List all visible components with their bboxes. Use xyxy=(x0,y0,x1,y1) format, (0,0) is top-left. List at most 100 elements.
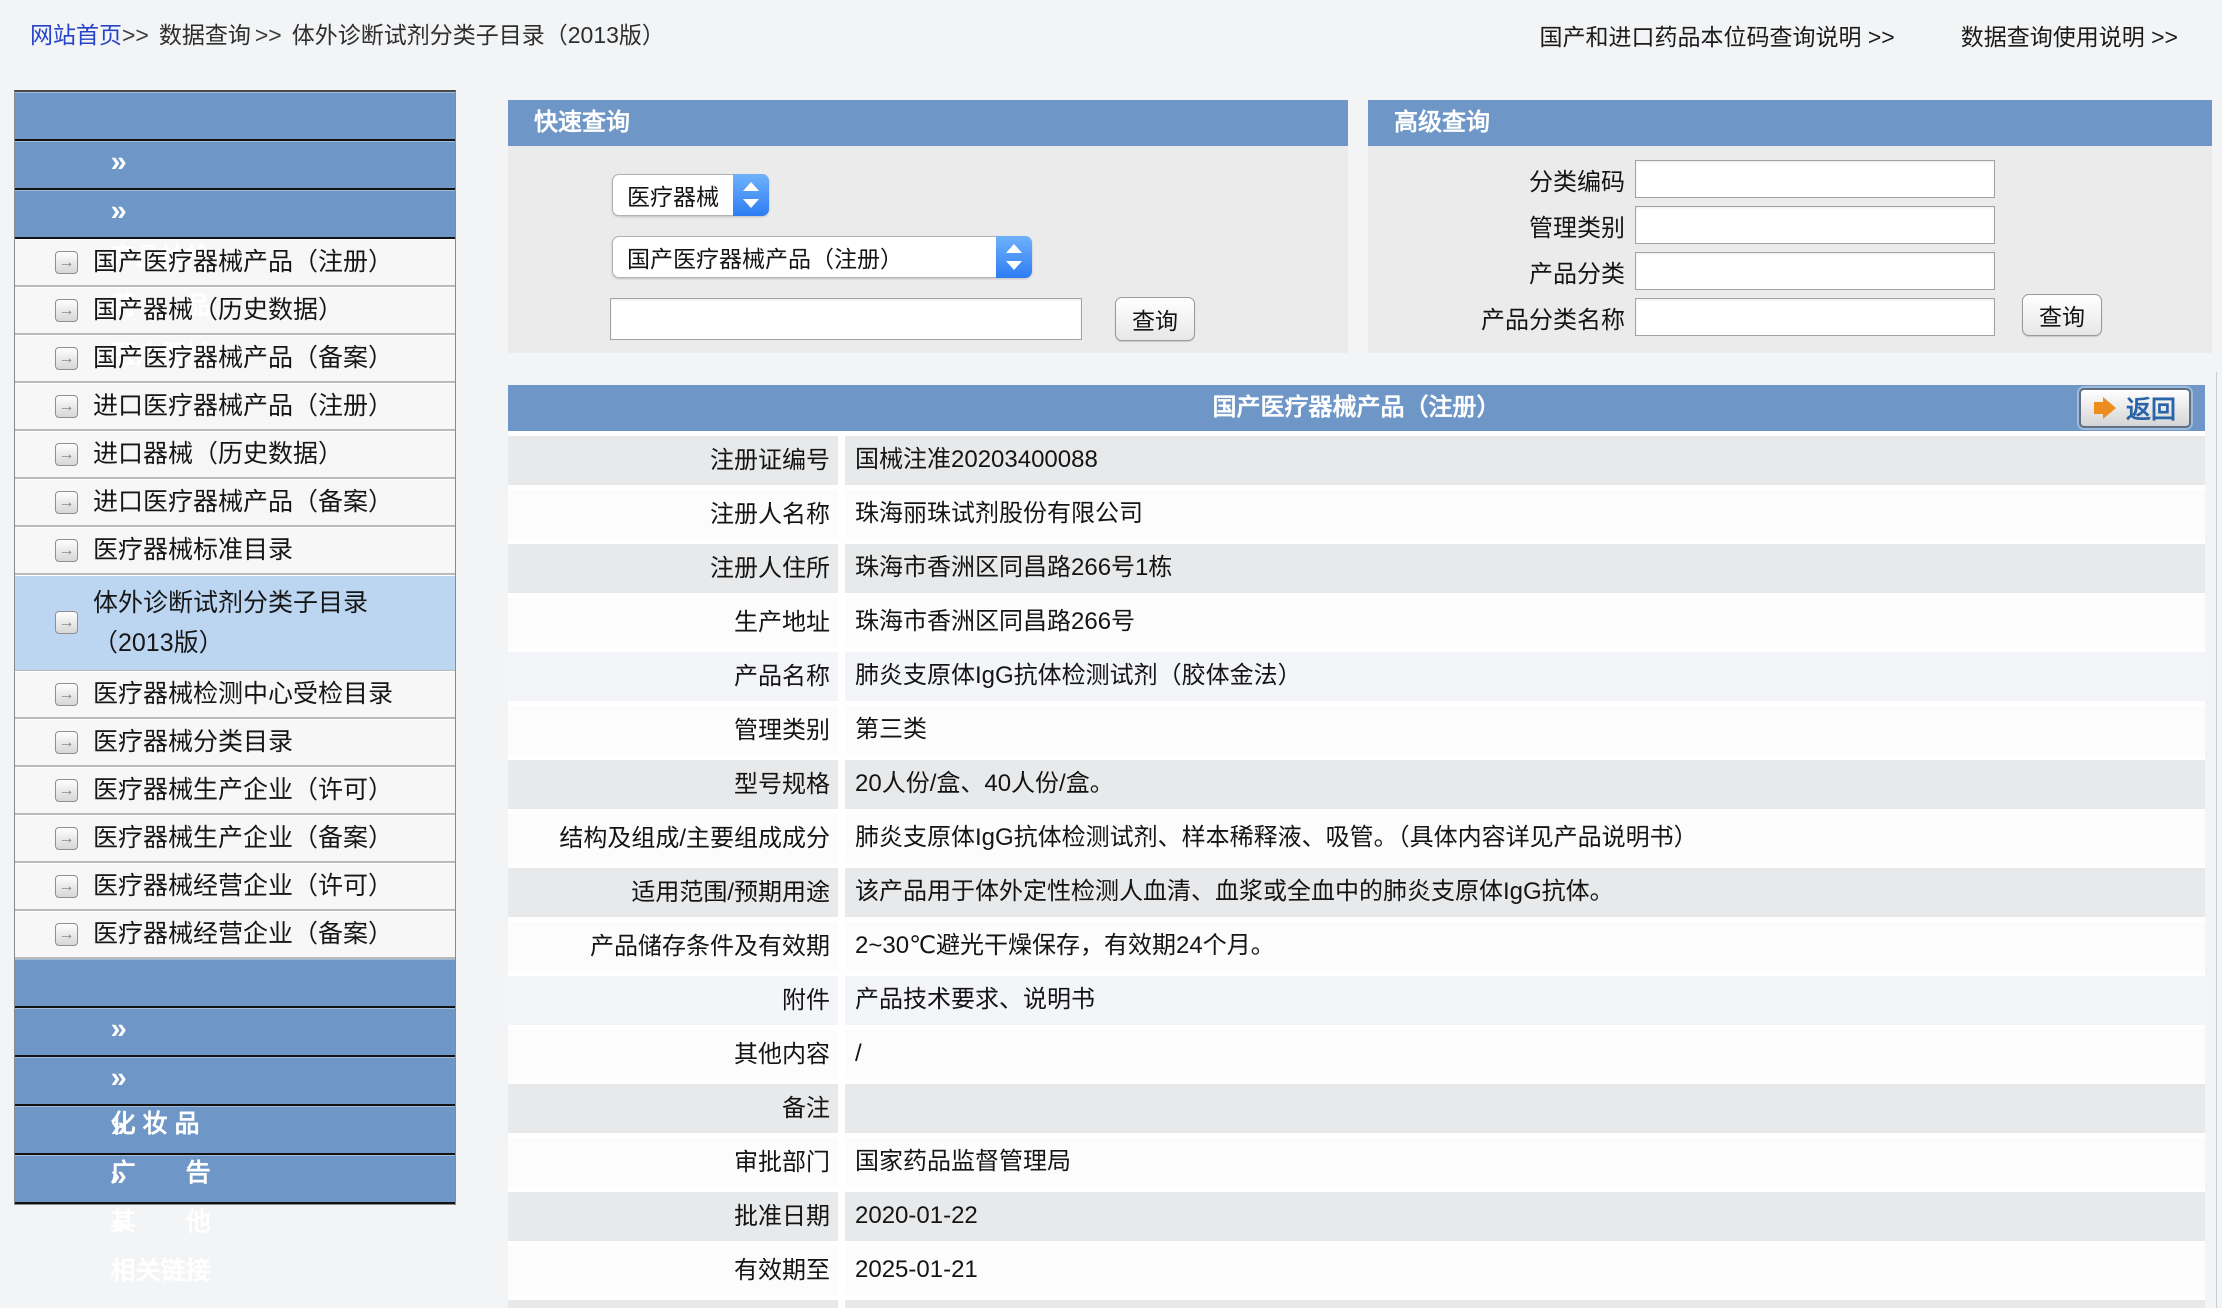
detail-row: 管理类别 第三类 xyxy=(508,706,2205,755)
detail-row-label: 型号规格 xyxy=(508,760,838,809)
detail-row: 有效期至 2025-01-21 xyxy=(508,1246,2205,1295)
double-chevron-icon xyxy=(111,1065,143,1093)
double-chevron-icon xyxy=(111,1114,143,1142)
sidebar-item[interactable]: 体外诊断试剂分类子目录（2013版） xyxy=(15,575,455,671)
quick-query-body: 医疗器械 国产医疗器械产品（注册） 查询 xyxy=(508,146,1348,353)
barcode-help-link[interactable]: 国产和进口药品本位码查询说明 >> xyxy=(1539,18,1894,52)
breadcrumb-item: 数据查询 xyxy=(159,22,251,48)
advanced-field-label: 管理类别 xyxy=(1368,208,1635,243)
sidebar-item-label: 医疗器械经营企业（备案） xyxy=(93,914,393,954)
detail-row-value: 第三类 xyxy=(845,706,2205,755)
detail-row-label: 管理类别 xyxy=(508,706,838,755)
subcategory-select[interactable]: 国产医疗器械产品（注册） xyxy=(612,236,1032,278)
arrow-box-icon xyxy=(55,491,78,514)
detail-row-label: 结构及组成/主要组成成分 xyxy=(508,814,838,863)
advanced-query-button[interactable]: 查询 xyxy=(2022,294,2102,336)
quick-search-input[interactable] xyxy=(610,298,1082,340)
back-arrow-icon xyxy=(2094,397,2116,419)
sidebar-item[interactable]: 医疗器械检测中心受检目录 xyxy=(15,671,455,719)
detail-row: 审批部门 国家药品监督管理局 xyxy=(508,1138,2205,1187)
sidebar-item[interactable]: 医疗器械标准目录 xyxy=(15,527,455,575)
detail-row: 结构及组成/主要组成成分 肺炎支原体IgG抗体检测试剂、样本稀释液、吸管。（具体… xyxy=(508,814,2205,863)
advanced-query-title: 高级查询 xyxy=(1394,109,1490,136)
detail-row-value: 国家药品监督管理局 xyxy=(845,1138,2205,1187)
back-button[interactable]: 返回 xyxy=(2079,388,2191,428)
sidebar: 产品抽检 药 品 医疗器械 国产医疗器械产品（注册） xyxy=(14,90,456,1205)
sidebar-item-label: 国产器械（历史数据） xyxy=(93,290,343,330)
arrow-box-icon xyxy=(55,827,78,850)
detail-row-label: 产品储存条件及有效期 xyxy=(508,922,838,971)
detail-row: 产品储存条件及有效期 2~30℃避光干燥保存，有效期24个月。 xyxy=(508,922,2205,971)
advanced-query-body: 分类编码 管理类别 产品分类 产品分类名称 xyxy=(1368,146,2212,353)
detail-row-label: 批准日期 xyxy=(508,1192,838,1241)
sidebar-item-label: 相关链接 xyxy=(111,1257,211,1285)
detail-row-label: 有效期至 xyxy=(508,1246,838,1295)
quick-query-title: 快速查询 xyxy=(534,109,630,136)
sidebar-item-label: 医疗器械生产企业（备案） xyxy=(93,818,393,858)
detail-row-value: 2~30℃避光干燥保存，有效期24个月。 xyxy=(845,922,2205,971)
detail-row-label: 产品名称 xyxy=(508,652,838,701)
detail-row: 注册人名称 珠海丽珠试剂股份有限公司 xyxy=(508,490,2205,539)
detail-row-value: 该产品用于体外定性检测人血清、血浆或全血中的肺炎支原体IgG抗体。 xyxy=(845,868,2205,917)
detail-row-value: 肺炎支原体IgG抗体检测试剂（胶体金法） xyxy=(845,652,2205,701)
sidebar-item-label: 进口器械（历史数据） xyxy=(93,434,343,474)
detail-row-value: 肺炎支原体IgG抗体检测试剂、样本稀释液、吸管。（具体内容详见产品说明书） xyxy=(845,814,2205,863)
advanced-field-input[interactable] xyxy=(1635,252,1995,290)
detail-row: 批准日期 2020-01-22 xyxy=(508,1192,2205,1241)
advanced-query-header: 高级查询 xyxy=(1368,100,2212,146)
detail-row-value: 产品技术要求、说明书 xyxy=(845,976,2205,1025)
detail-row: 备注 xyxy=(508,1084,2205,1133)
detail-row-label: 备注 xyxy=(508,1084,838,1133)
detail-row-value: 珠海市香洲区同昌路266号1栋 xyxy=(845,544,2205,593)
sidebar-item[interactable]: 医疗器械经营企业（备案） xyxy=(15,911,455,959)
detail-row: 注册人住所 珠海市香洲区同昌路266号1栋 xyxy=(508,544,2205,593)
sidebar-item[interactable]: 化 妆 品 xyxy=(15,959,455,1008)
detail-row-value: 国械注准20203400088 xyxy=(845,436,2205,485)
detail-row xyxy=(508,1300,2205,1308)
sidebar-item[interactable]: 医疗器械生产企业（备案） xyxy=(15,815,455,863)
detail-row: 附件 产品技术要求、说明书 xyxy=(508,976,2205,1025)
breadcrumb-home-link[interactable]: 网站首页 xyxy=(30,22,122,48)
double-chevron-icon xyxy=(111,198,143,226)
advanced-field-label: 产品分类名称 xyxy=(1368,300,1635,335)
sidebar-item[interactable]: 进口医疗器械产品（备案） xyxy=(15,479,455,527)
detail-row-label: 生产地址 xyxy=(508,598,838,647)
advanced-field-label: 分类编码 xyxy=(1368,162,1635,197)
quick-query-button[interactable]: 查询 xyxy=(1115,297,1195,341)
sidebar-item[interactable]: 产品抽检 xyxy=(15,92,455,141)
breadcrumb-separator: >> xyxy=(255,22,282,48)
category-select[interactable]: 医疗器械 xyxy=(612,174,769,216)
sidebar-item[interactable]: 医疗器械生产企业（许可） xyxy=(15,767,455,815)
advanced-field-input[interactable] xyxy=(1635,298,1995,336)
detail-table: 注册证编号 国械注准20203400088 注册人名称 珠海丽珠试剂股份有限公司… xyxy=(508,431,2205,1308)
quick-query-panel: 快速查询 医疗器械 国产医疗器械产品（注册） 查询 xyxy=(508,100,1348,353)
sidebar-item-label: 体外诊断试剂分类子目录（2013版） xyxy=(93,583,379,663)
breadcrumb: 网站首页>>数据查询>>体外诊断试剂分类子目录（2013版） xyxy=(30,16,669,50)
advanced-field-input[interactable] xyxy=(1635,206,1995,244)
usage-help-link[interactable]: 数据查询使用说明 >> xyxy=(1961,18,2178,52)
sidebar-item-label: 医疗器械分类目录 xyxy=(93,722,293,762)
advanced-field-row: 管理类别 xyxy=(1368,206,2212,244)
detail-row-label xyxy=(508,1300,838,1308)
detail-row-value: / xyxy=(845,1030,2205,1079)
sidebar-item[interactable]: 进口器械（历史数据） xyxy=(15,431,455,479)
top-links: 国产和进口药品本位码查询说明 >> 数据查询使用说明 >> xyxy=(1539,18,2178,52)
sidebar-item[interactable]: 医疗器械经营企业（许可） xyxy=(15,863,455,911)
breadcrumb-item: 体外诊断试剂分类子目录（2013版） xyxy=(292,22,665,48)
content-edge-line xyxy=(2216,372,2217,1308)
quick-query-header: 快速查询 xyxy=(508,100,1348,146)
advanced-field-input[interactable] xyxy=(1635,160,1995,198)
detail-header: 国产医疗器械产品（注册） 返回 xyxy=(508,385,2205,431)
sidebar-item[interactable]: 医疗器械分类目录 xyxy=(15,719,455,767)
back-button-label: 返回 xyxy=(2126,390,2176,426)
detail-row-value xyxy=(845,1300,2205,1308)
arrow-box-icon xyxy=(55,443,78,466)
detail-row-label: 注册人住所 xyxy=(508,544,838,593)
arrow-box-icon xyxy=(55,731,78,754)
detail-row: 生产地址 珠海市香洲区同昌路266号 xyxy=(508,598,2205,647)
subcategory-select-value: 国产医疗器械产品（注册） xyxy=(613,240,917,274)
arrow-box-icon xyxy=(55,395,78,418)
select-stepper-icon xyxy=(733,174,769,216)
sidebar-item-label: 进口医疗器械产品（备案） xyxy=(93,482,393,522)
double-chevron-icon xyxy=(111,1212,143,1240)
